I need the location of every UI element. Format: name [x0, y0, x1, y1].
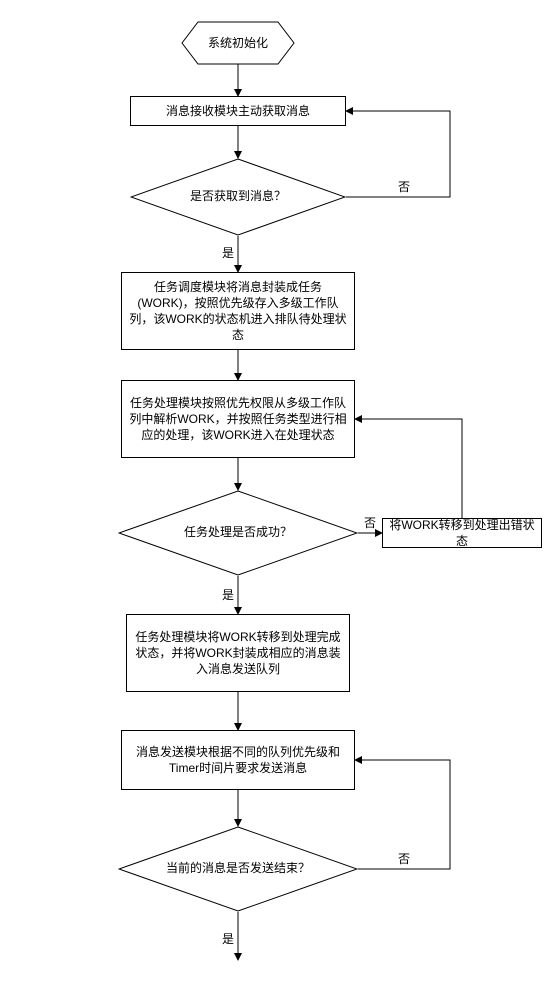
start-terminator: 系统初始化	[180, 20, 296, 66]
process-handle-task-label: 任务处理模块按照优先权限从多级工作队列中解析WORK，并按照任务类型进行相应的处…	[128, 395, 348, 444]
label-yes-3: 是	[222, 930, 234, 947]
start-label: 系统初始化	[180, 20, 296, 66]
process-error-state: 将WORK转移到处理出错状态	[382, 518, 542, 548]
decision-send-finished: 当前的消息是否发送结束？	[118, 826, 358, 912]
process-receive-message: 消息接收模块主动获取消息	[130, 96, 346, 126]
label-no-1: 否	[398, 178, 410, 195]
process-schedule-task: 任务调度模块将消息封装成任务(WORK)，按照优先级存入多级工作队列，该WORK…	[121, 272, 355, 350]
process-receive-message-label: 消息接收模块主动获取消息	[166, 103, 310, 119]
process-send-message-label: 消息发送模块根据不同的队列优先级和Timer时间片要求发送消息	[128, 744, 348, 776]
decision-task-success: 任务处理是否成功？	[118, 490, 358, 576]
label-no-3: 否	[398, 850, 410, 867]
process-send-message: 消息发送模块根据不同的队列优先级和Timer时间片要求发送消息	[121, 730, 355, 790]
process-handle-task: 任务处理模块按照优先权限从多级工作队列中解析WORK，并按照任务类型进行相应的处…	[121, 380, 355, 458]
decision-got-message: 是否获取到消息？	[130, 158, 346, 236]
process-complete-state: 任务处理模块将WORK转移到处理完成状态，并将WORK封装成相应的消息装入消息发…	[126, 614, 350, 692]
label-yes-2: 是	[222, 586, 234, 603]
process-schedule-task-label: 任务调度模块将消息封装成任务(WORK)，按照优先级存入多级工作队列，该WORK…	[128, 279, 348, 344]
process-complete-state-label: 任务处理模块将WORK转移到处理完成状态，并将WORK封装成相应的消息装入消息发…	[133, 629, 343, 678]
process-error-state-label: 将WORK转移到处理出错状态	[389, 517, 535, 549]
decision-send-finished-label: 当前的消息是否发送结束？	[118, 861, 358, 877]
label-no-2: 否	[364, 514, 376, 531]
label-yes-1: 是	[222, 244, 234, 261]
decision-got-message-label: 是否获取到消息？	[130, 189, 346, 205]
decision-task-success-label: 任务处理是否成功？	[118, 525, 358, 541]
